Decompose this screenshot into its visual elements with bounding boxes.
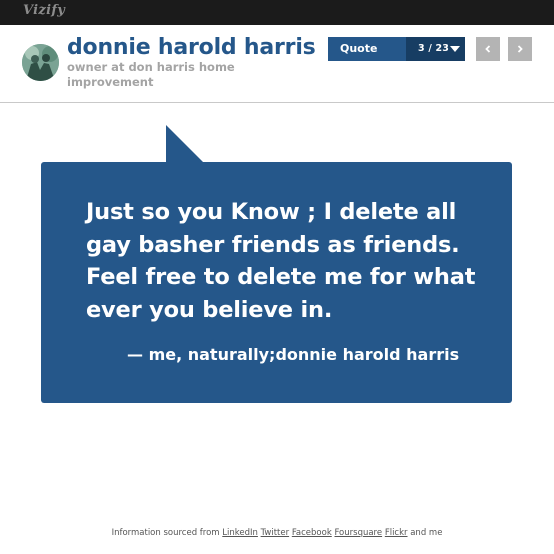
quote-counter-dropdown[interactable]: 3 / 23 — [406, 37, 465, 61]
source-footer: Information sourced from LinkedIn Twitte… — [0, 528, 554, 538]
section-label: Quote — [340, 42, 378, 55]
profile-header: donnie harold harris owner at don harris… — [0, 25, 554, 103]
avatar — [22, 44, 59, 81]
quote-attribution: — me, naturally;donnie harold harris — [127, 345, 460, 364]
profile-subtitle: owner at don harris home improvement — [67, 60, 235, 89]
profile-name: donnie harold harris — [67, 35, 316, 60]
footer-prefix: Information sourced from — [111, 528, 220, 538]
footer-link-linkedin[interactable]: LinkedIn — [222, 528, 258, 538]
previous-button[interactable] — [476, 37, 500, 61]
vizify-logo[interactable]: Vizify — [23, 3, 65, 18]
quote-text: Just so you Know ; I delete all gay bash… — [86, 199, 476, 323]
top-bar: Vizify — [0, 0, 554, 25]
section-selector[interactable]: Quote 3 / 23 — [328, 37, 465, 61]
footer-link-foursquare[interactable]: Foursquare — [334, 528, 382, 538]
quote-counter-text: 3 / 23 — [418, 43, 450, 54]
chevron-left-icon — [485, 45, 491, 53]
quote-bubble: Just so you Know ; I delete all gay bash… — [41, 162, 512, 403]
footer-link-facebook[interactable]: Facebook — [292, 528, 332, 538]
caret-down-icon — [450, 46, 460, 52]
footer-link-twitter[interactable]: Twitter — [261, 528, 290, 538]
footer-suffix: and me — [410, 528, 443, 538]
next-button[interactable] — [508, 37, 532, 61]
chevron-right-icon — [517, 45, 523, 53]
speech-bubble-tail — [166, 125, 204, 163]
footer-link-flickr[interactable]: Flickr — [385, 528, 408, 538]
